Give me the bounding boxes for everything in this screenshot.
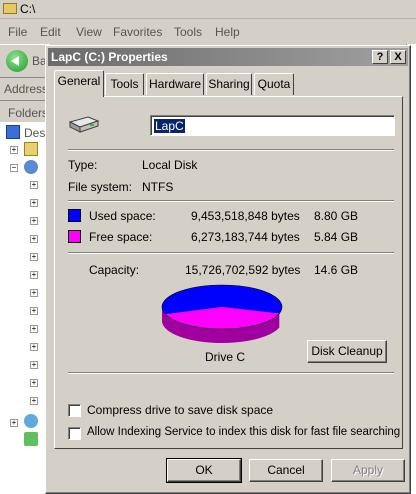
address-label: Address: [4, 82, 49, 96]
tree-expand-icon[interactable]: +: [30, 199, 38, 207]
tree-expand-icon[interactable]: +: [30, 379, 38, 387]
close-button[interactable]: X: [390, 50, 406, 64]
folder-icon: [3, 3, 17, 14]
type-value: Local Disk: [142, 158, 198, 172]
tree-expand-icon[interactable]: +: [30, 361, 38, 369]
menu-tools[interactable]: Tools: [174, 25, 202, 39]
general-tab-panel: LapC Type: Local Disk File system: NTFS …: [54, 96, 403, 449]
disk-cleanup-button[interactable]: Disk Cleanup: [307, 340, 387, 363]
tree-item-desktop[interactable]: Des: [24, 126, 45, 140]
used-space-swatch: [68, 209, 81, 222]
tree-expand-icon[interactable]: +: [10, 419, 18, 427]
ok-button[interactable]: OK: [166, 458, 242, 483]
tree-collapse-icon[interactable]: −: [10, 164, 18, 172]
help-button[interactable]: ?: [372, 50, 388, 64]
dialog-title: LapC (C:) Properties: [51, 50, 168, 64]
my-documents-icon[interactable]: [24, 142, 38, 156]
file-system-value: NTFS: [142, 180, 174, 194]
tree-expand-icon[interactable]: +: [30, 181, 38, 189]
capacity-bytes: 15,726,702,592 bytes: [185, 263, 301, 277]
folders-label: Folders: [8, 106, 49, 120]
tree-expand-icon[interactable]: +: [30, 253, 38, 261]
tab-quota[interactable]: Quota: [254, 73, 294, 95]
recycle-bin-icon[interactable]: [24, 432, 38, 446]
separator: [68, 200, 394, 202]
free-space-bytes: 6,273,183,744 bytes: [191, 230, 300, 244]
tab-tools[interactable]: Tools: [105, 73, 144, 95]
file-system-label: File system:: [68, 180, 133, 194]
tree-expand-icon[interactable]: +: [30, 307, 38, 315]
compress-label[interactable]: Compress drive to save disk space: [87, 403, 273, 417]
compress-checkbox[interactable]: [68, 404, 81, 417]
menu-favorites[interactable]: Favorites: [113, 25, 162, 39]
menu-help[interactable]: Help: [215, 25, 240, 39]
explorer-title: C:\: [20, 2, 36, 16]
drive-name-value: LapC: [154, 119, 185, 133]
separator: [68, 372, 394, 374]
desktop-icon[interactable]: [6, 125, 20, 139]
free-space-label: Free space:: [89, 230, 153, 244]
tab-sharing[interactable]: Sharing: [206, 73, 252, 95]
address-bar: Address: [0, 78, 50, 101]
cancel-button[interactable]: Cancel: [249, 459, 323, 482]
hard-drive-icon: [68, 116, 100, 133]
type-label: Type:: [68, 158, 98, 172]
my-computer-icon[interactable]: [24, 160, 38, 174]
indexing-label[interactable]: Allow Indexing Service to index this dis…: [87, 426, 400, 438]
explorer-toolbar: Ba: [0, 44, 50, 78]
tree-expand-icon[interactable]: +: [30, 289, 38, 297]
tree-expand-icon[interactable]: +: [30, 217, 38, 225]
free-space-swatch: [68, 230, 81, 243]
free-space-gb: 5.84 GB: [314, 230, 359, 244]
tab-general[interactable]: General: [54, 70, 104, 97]
drive-name-field[interactable]: LapC: [150, 115, 395, 136]
tree-expand-icon[interactable]: +: [10, 146, 18, 154]
menu-view[interactable]: View: [76, 25, 102, 39]
capacity-gb: 14.6 GB: [314, 263, 359, 277]
indexing-checkbox[interactable]: [68, 427, 81, 440]
tree-expand-icon[interactable]: +: [30, 343, 38, 351]
tree-expand-icon[interactable]: +: [30, 271, 38, 279]
used-space-label: Used space:: [89, 209, 156, 223]
tree-expand-icon[interactable]: +: [30, 397, 38, 405]
separator: [68, 149, 394, 151]
properties-dialog: LapC (C:) Properties ? X General Tools H…: [45, 45, 411, 494]
used-space-gb: 8.80 GB: [314, 209, 359, 223]
back-arrow-icon[interactable]: [6, 50, 28, 72]
menu-edit[interactable]: Edit: [40, 25, 61, 39]
tab-hardware[interactable]: Hardware: [146, 73, 204, 95]
network-icon[interactable]: [24, 414, 38, 428]
capacity-label: Capacity:: [89, 263, 140, 277]
folders-pane-header: Folders: [0, 104, 49, 123]
folder-tree[interactable]: Des + − + + + + + + + + + + + + + +: [0, 122, 46, 494]
disk-usage-pie-icon: [161, 284, 283, 343]
explorer-title-bar: C:\: [0, 0, 416, 19]
separator: [68, 252, 394, 254]
apply-button[interactable]: Apply: [331, 459, 405, 482]
explorer-menu-bar: File Edit View Favorites Tools Help: [0, 22, 416, 42]
used-space-bytes: 9,453,518,848 bytes: [191, 209, 300, 223]
tree-expand-icon[interactable]: +: [30, 235, 38, 243]
tree-expand-icon[interactable]: +: [30, 325, 38, 333]
menu-file[interactable]: File: [8, 25, 27, 39]
dialog-title-bar[interactable]: LapC (C:) Properties ? X: [48, 48, 408, 66]
drive-label: Drive C: [205, 350, 246, 364]
